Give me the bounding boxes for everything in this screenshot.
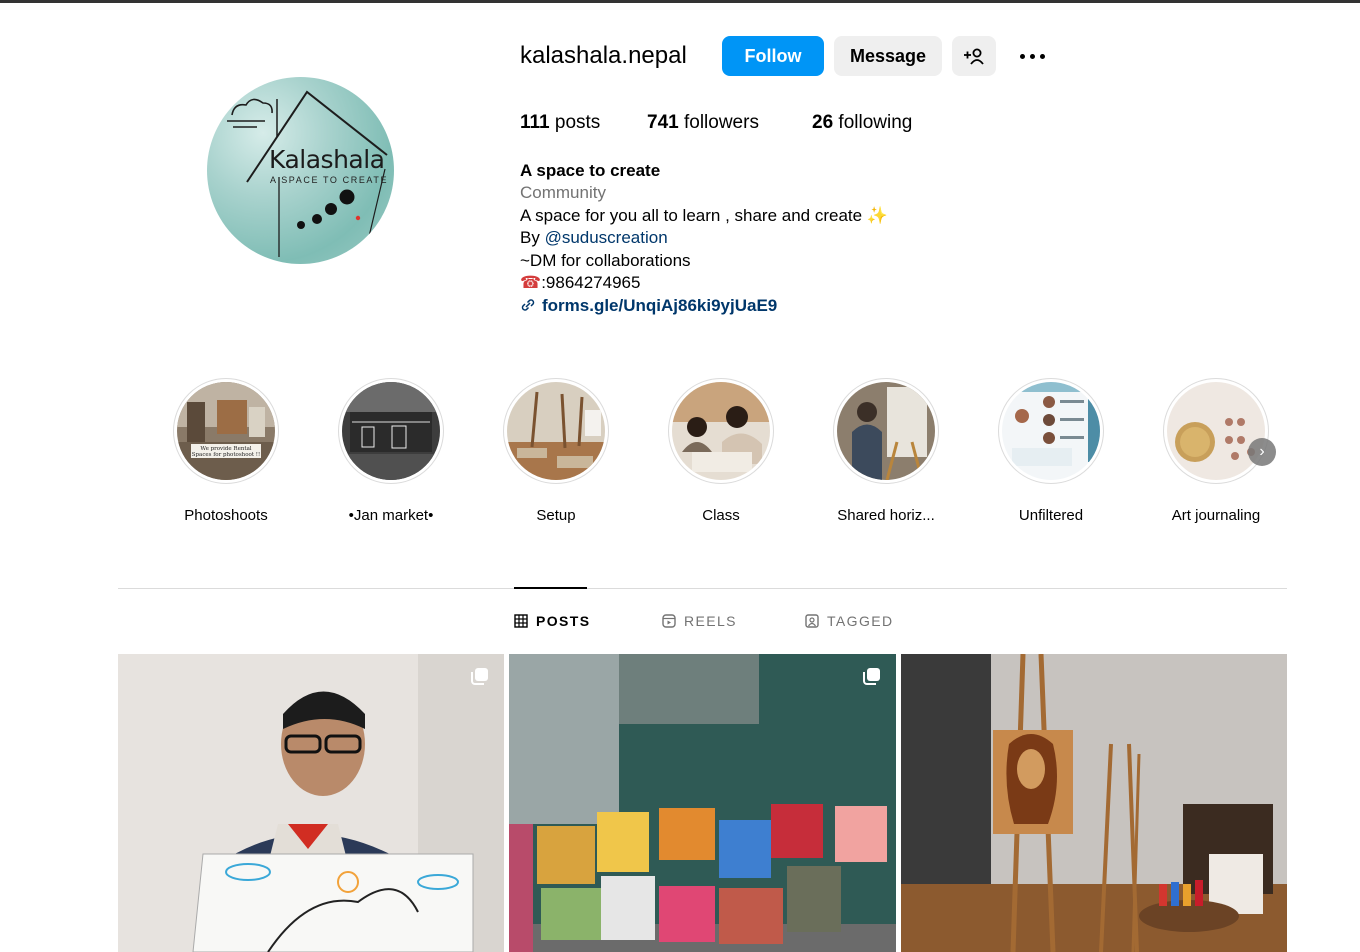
tab-posts[interactable]: POSTS xyxy=(514,613,590,629)
carousel-icon xyxy=(471,668,488,685)
follow-button[interactable]: Follow xyxy=(722,36,824,76)
highlight-label: Unfiltered xyxy=(1018,507,1084,524)
carousel-icon xyxy=(863,668,880,685)
telephone-icon: ☎ xyxy=(520,273,542,292)
more-icon xyxy=(1019,53,1025,59)
highlight-label: Setup xyxy=(536,507,576,524)
reels-icon xyxy=(662,614,676,628)
highlight-cover xyxy=(507,382,605,480)
more-options-button[interactable] xyxy=(1014,44,1050,68)
highlight-unfiltered[interactable]: Unfiltered xyxy=(991,378,1111,524)
highlight-label: Shared horiz... xyxy=(837,507,935,524)
highlight-cover: We provide Rental Spaces for photoshoot … xyxy=(177,382,275,480)
post-thumbnail[interactable] xyxy=(509,654,896,952)
bio-line: ~DM for collaborations xyxy=(520,251,691,270)
highlight-label: Class xyxy=(702,507,740,524)
logo-tagline: A SPACE TO CREATE xyxy=(270,175,389,185)
highlights-next-button[interactable]: › xyxy=(1248,438,1276,466)
suggest-users-button[interactable] xyxy=(952,36,996,76)
tab-reels[interactable]: REELS xyxy=(662,613,737,629)
post-image xyxy=(901,654,1287,952)
link-icon xyxy=(521,299,535,311)
posts-count: 111 posts xyxy=(520,112,601,133)
post-thumbnail[interactable] xyxy=(118,654,504,952)
highlight-cover xyxy=(837,382,935,480)
post-image xyxy=(118,654,504,952)
highlight-shared-horizons[interactable]: Shared horiz... xyxy=(826,378,946,524)
bio-external-link[interactable]: forms.gle/UnqiAj86ki9yjUaE9 xyxy=(542,296,777,315)
highlight-cover xyxy=(672,382,770,480)
highlight-label: Art journaling xyxy=(1171,507,1261,524)
highlight-photoshoots[interactable]: We provide Rental Spaces for photoshoot … xyxy=(166,378,286,524)
highlight-cover xyxy=(1167,382,1265,480)
window-top-border xyxy=(0,0,1360,3)
tab-tagged[interactable]: TAGGED xyxy=(805,613,893,629)
active-tab-indicator xyxy=(514,587,587,589)
more-icon xyxy=(1039,53,1045,59)
bio-link-line[interactable]: forms.gle/UnqiAj86ki9yjUaE9 xyxy=(520,295,777,317)
following-link[interactable]: 26 following xyxy=(812,112,912,134)
bio-category: Community xyxy=(520,183,606,202)
logo-text: Kalashala xyxy=(269,145,385,174)
highlight-class[interactable]: Class xyxy=(661,378,781,524)
highlight-jan-market[interactable]: •Jan market• xyxy=(331,378,451,524)
bio-phone-line: ☎:9864274965 xyxy=(520,273,641,292)
post-image xyxy=(509,654,896,952)
bio-line: A space for you all to learn , share and… xyxy=(520,206,888,225)
more-icon xyxy=(1029,53,1035,59)
highlight-label: Photoshoots xyxy=(184,507,268,524)
message-button[interactable]: Message xyxy=(834,36,942,76)
chevron-right-icon: › xyxy=(1259,443,1265,460)
post-thumbnail[interactable] xyxy=(901,654,1287,952)
highlight-cover xyxy=(1002,382,1100,480)
highlight-setup[interactable]: Setup xyxy=(496,378,616,524)
tagged-icon xyxy=(805,614,819,628)
bio-by-line: By @suduscreation xyxy=(520,228,668,247)
highlight-label: •Jan market• xyxy=(348,507,434,524)
bio-mention-link[interactable]: @suduscreation xyxy=(545,228,668,247)
profile-username: kalashala.nepal xyxy=(520,42,687,69)
followers-link[interactable]: 741 followers xyxy=(647,112,759,134)
tabs-divider xyxy=(118,588,1287,589)
bio-name: A space to create xyxy=(520,161,661,180)
grid-icon xyxy=(514,614,528,628)
add-user-icon xyxy=(964,48,984,65)
highlight-overlay-text: We provide Rental Spaces for photoshoot … xyxy=(191,446,261,458)
highlight-cover xyxy=(342,382,440,480)
profile-avatar[interactable]: Kalashala A SPACE TO CREATE xyxy=(207,77,394,264)
